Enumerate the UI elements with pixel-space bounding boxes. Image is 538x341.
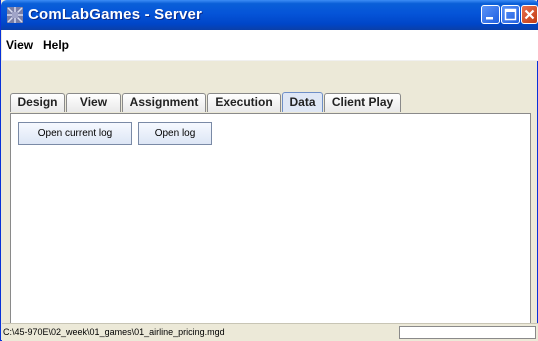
maximize-icon: [504, 8, 517, 21]
menu-view[interactable]: View: [6, 38, 33, 52]
tab-execution[interactable]: Execution: [207, 93, 281, 112]
open-current-log-button[interactable]: Open current log: [18, 122, 132, 145]
status-field: [399, 326, 536, 339]
status-bar: C:\45-970E\02_week\01_games\01_airline_p…: [2, 323, 538, 341]
tab-design[interactable]: Design: [10, 93, 65, 112]
tab-view[interactable]: View: [66, 93, 121, 112]
minimize-icon: [486, 17, 493, 20]
tab-client-play[interactable]: Client Play: [324, 93, 401, 112]
title-bar[interactable]: ComLabGames - Server: [1, 0, 538, 30]
window-title: ComLabGames - Server: [28, 6, 203, 23]
status-file-path: C:\45-970E\02_week\01_games\01_airline_p…: [3, 327, 225, 337]
close-icon: [524, 9, 535, 20]
open-log-button[interactable]: Open log: [138, 122, 212, 145]
tab-data[interactable]: Data: [282, 92, 323, 112]
close-button[interactable]: [521, 5, 538, 24]
app-icon: [7, 7, 23, 23]
menu-bar: View Help: [2, 30, 538, 61]
tab-assignment[interactable]: Assignment: [122, 93, 206, 112]
maximize-button[interactable]: [501, 5, 520, 24]
data-panel: Open current log Open log: [10, 113, 531, 325]
minimize-button[interactable]: [481, 5, 500, 24]
app-window: ComLabGames - Server View Help Design Vi…: [0, 0, 538, 341]
menu-help[interactable]: Help: [43, 38, 69, 52]
